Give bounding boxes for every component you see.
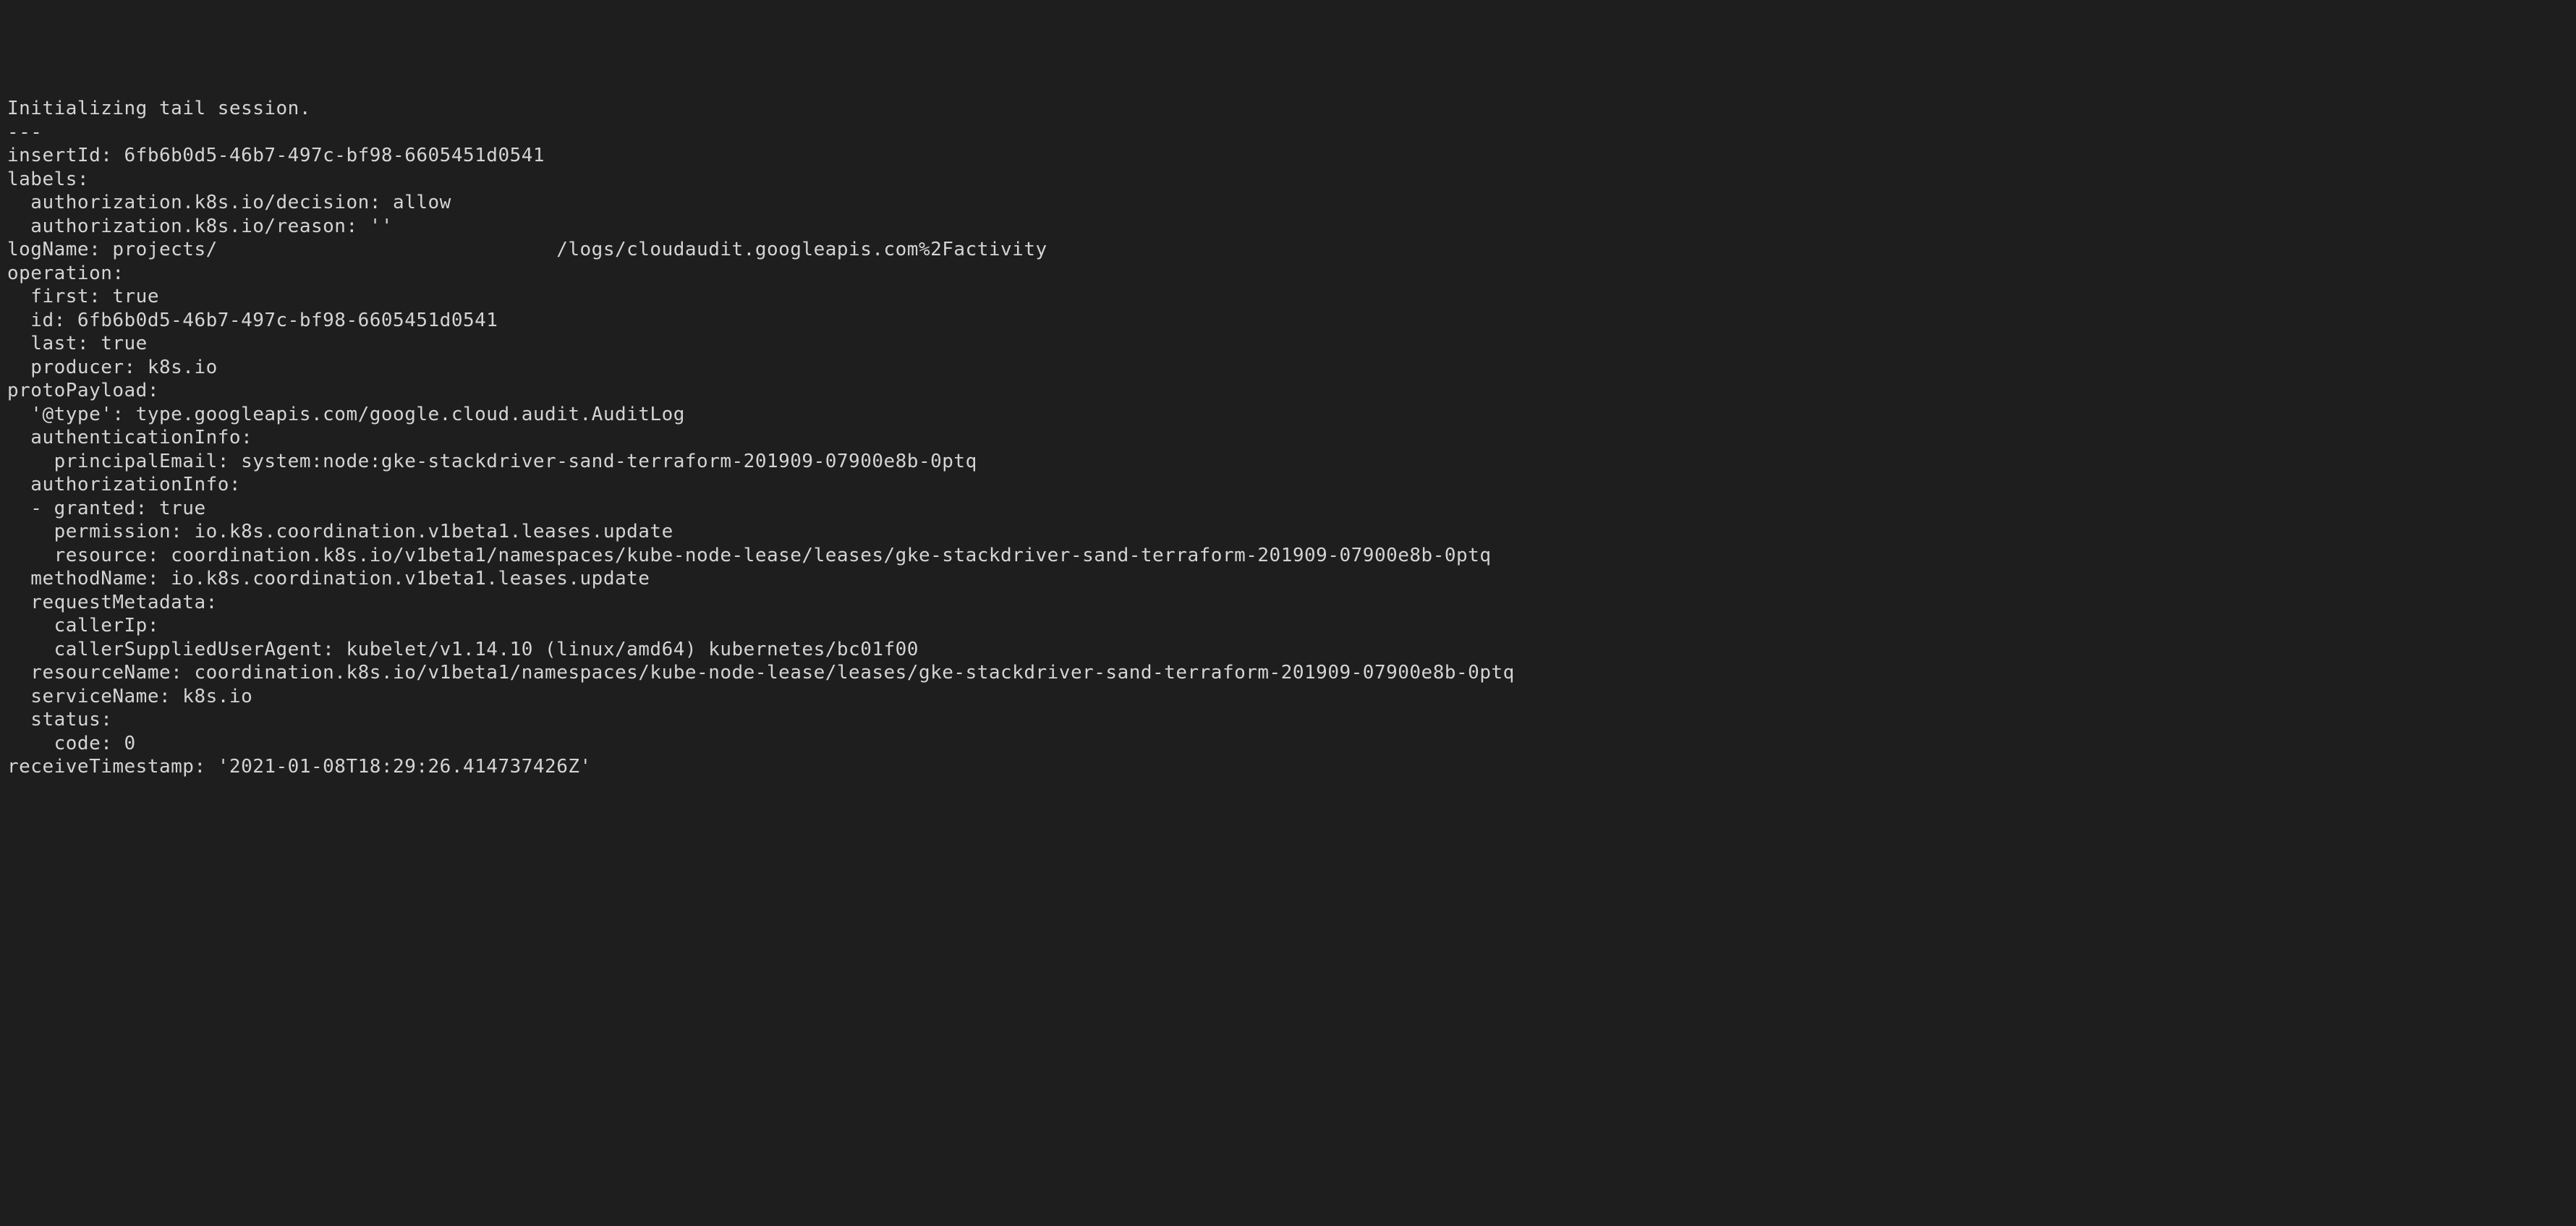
terminal-output[interactable]: Initializing tail session. --- insertId:… [7,97,2569,779]
